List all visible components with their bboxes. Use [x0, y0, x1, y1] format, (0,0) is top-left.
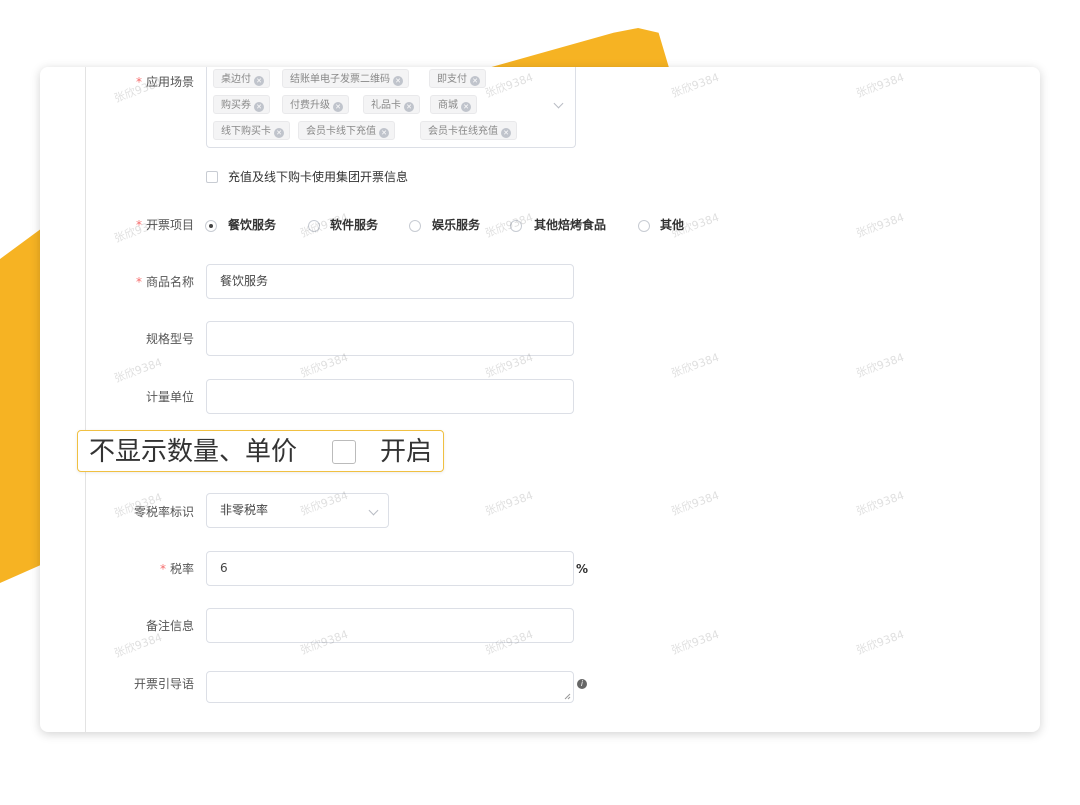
scene-tag[interactable]: 线下购买卡 ✕: [213, 121, 290, 140]
close-icon[interactable]: ✕: [404, 102, 414, 112]
unit-label: 计量单位: [145, 390, 194, 404]
close-icon[interactable]: ✕: [274, 128, 284, 138]
spec-model-input[interactable]: [206, 321, 574, 356]
chevron-down-icon: [368, 505, 379, 516]
close-icon[interactable]: ✕: [470, 76, 480, 86]
zero-tax-select[interactable]: 非零税率: [206, 493, 389, 528]
zero-tax-label: 零税率标识: [133, 505, 194, 519]
chevron-down-icon[interactable]: [553, 98, 564, 109]
scene-tag[interactable]: 会员卡线下充值 ✕: [298, 121, 395, 140]
product-name-input[interactable]: 餐饮服务: [206, 264, 574, 299]
remark-input[interactable]: [206, 608, 574, 643]
close-icon[interactable]: ✕: [461, 102, 471, 112]
info-icon[interactable]: i: [577, 679, 587, 689]
close-icon[interactable]: ✕: [501, 128, 511, 138]
close-icon[interactable]: ✕: [254, 76, 264, 86]
recharge-group-info-checkbox[interactable]: [206, 171, 218, 183]
recharge-group-info-label: 充值及线下购卡使用集团开票信息: [228, 170, 409, 184]
invoice-item-option-bakery[interactable]: 其他焙烤食品: [534, 217, 606, 233]
close-icon[interactable]: ✕: [393, 76, 403, 86]
scene-tag[interactable]: 付费升级 ✕: [282, 95, 349, 114]
tax-rate-label: * 税率: [159, 562, 194, 576]
watermark: 张欣9384: [854, 627, 906, 658]
tax-rate-input[interactable]: 6: [206, 551, 574, 586]
watermark: 张欣9384: [669, 70, 721, 101]
watermark: 张欣9384: [854, 210, 906, 241]
watermark: 张欣9384: [854, 70, 906, 101]
scene-tag[interactable]: 购买券 ✕: [213, 95, 270, 114]
watermark: 张欣9384: [483, 488, 535, 519]
watermark: 张欣9384: [669, 627, 721, 658]
watermark: 张欣9384: [483, 209, 535, 241]
scene-tag[interactable]: 礼品卡 ✕: [363, 95, 420, 114]
invoice-item-radio-entertainment[interactable]: [409, 220, 421, 232]
remark-label: 备注信息: [145, 619, 194, 633]
guide-label: 开票引导语: [133, 677, 194, 691]
product-name-label: * 商品名称: [135, 275, 194, 289]
invoice-item-label: * 开票项目: [135, 218, 194, 232]
hide-qty-price-callout: 不显示数量、单价 开启: [77, 430, 444, 472]
invoice-settings-card: * 应用场景 桌边付 ✕ 结账单电子发票二维码 ✕ 即支付 ✕ 购买券 ✕ 付费升级 ✕ 礼…: [40, 67, 1040, 732]
unit-input[interactable]: [206, 379, 574, 414]
scene-tag[interactable]: 即支付 ✕: [429, 69, 486, 88]
close-icon[interactable]: ✕: [379, 128, 389, 138]
scene-tag[interactable]: 会员卡在线充值 ✕: [420, 121, 517, 140]
invoice-item-radio-other[interactable]: [638, 220, 650, 232]
resize-handle-icon[interactable]: [564, 693, 571, 700]
scene-multiselect[interactable]: 桌边付 ✕ 结账单电子发票二维码 ✕ 即支付 ✕ 购买券 ✕ 付费升级 ✕ 礼品卡 ✕ 商城…: [206, 67, 576, 148]
guide-textarea[interactable]: [206, 671, 574, 703]
scene-label: * 应用场景: [135, 75, 194, 89]
scene-tag[interactable]: 桌边付 ✕: [213, 69, 270, 88]
invoice-item-radio-software[interactable]: [308, 220, 320, 232]
invoice-item-option-software[interactable]: 软件服务: [330, 217, 378, 233]
hide-qty-price-checkbox[interactable]: [332, 440, 356, 464]
watermark: 张欣9384: [854, 488, 906, 519]
scene-tag[interactable]: 结账单电子发票二维码 ✕: [282, 69, 409, 88]
watermark: 张欣9384: [854, 350, 906, 381]
hide-qty-price-label: 不显示数量、单价: [89, 437, 298, 467]
invoice-item-option-other[interactable]: 其他: [660, 217, 684, 233]
invoice-item-option-entertainment[interactable]: 娱乐服务: [432, 217, 480, 233]
close-icon[interactable]: ✕: [254, 102, 264, 112]
watermark: 张欣9384: [669, 350, 721, 381]
spec-model-label: 规格型号: [145, 332, 194, 346]
tax-rate-suffix: %: [576, 562, 589, 576]
scene-tag[interactable]: 商城 ✕: [430, 95, 477, 114]
watermark: 张欣9384: [112, 355, 164, 386]
hide-qty-price-option[interactable]: 开启: [380, 436, 432, 468]
zero-tax-value: 非零税率: [220, 503, 269, 517]
invoice-item-radio-catering[interactable]: [205, 220, 217, 232]
invoice-item-option-catering[interactable]: 餐饮服务: [228, 217, 276, 233]
invoice-item-radio-bakery[interactable]: [510, 220, 522, 232]
watermark: 张欣9384: [669, 488, 721, 519]
close-icon[interactable]: ✕: [333, 102, 343, 112]
